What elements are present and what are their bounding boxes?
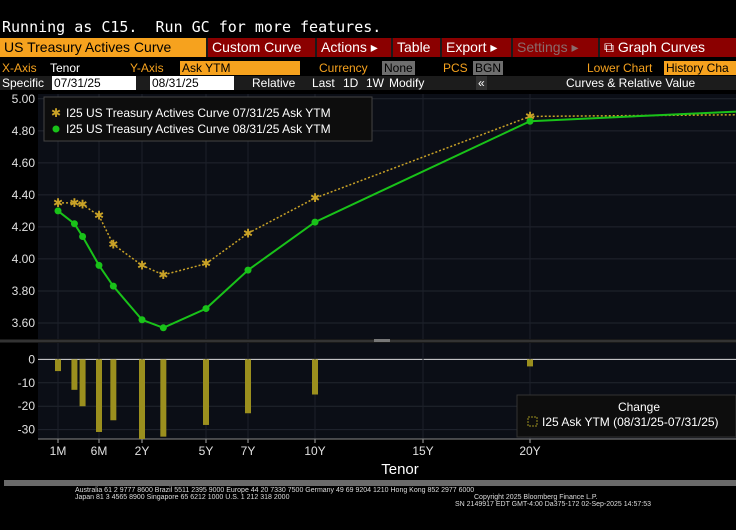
change-bar: [79, 359, 86, 407]
y-tick-label: 4.20: [12, 220, 36, 234]
legend-entry-1: I25 US Treasury Actives Curve 07/31/25 A…: [66, 106, 331, 120]
series-2-point: [526, 117, 534, 125]
change-bar: [96, 359, 102, 432]
y-tick-label: 3.80: [12, 284, 36, 298]
series-2-point: [79, 233, 87, 241]
x-tick-label: 7Y: [241, 444, 256, 458]
series-1-point: ✱: [94, 209, 104, 223]
y-tick-label: 4.00: [12, 252, 36, 266]
change-y-tick-label: -30: [18, 423, 36, 437]
x-axis: 1M 6M 2Y 5Y 7Y 10Y 15Y 20Y: [38, 438, 736, 458]
footer-line-2a: Japan 81 3 4565 8900 Singapore 65 6212 1…: [75, 494, 290, 501]
series-1-point: ✱: [108, 238, 118, 252]
legend-dot-icon: [52, 125, 60, 133]
x-tick-label: 15Y: [412, 444, 433, 458]
change-legend: ChangeI25 Ask YTM (08/31/25-07/31/25): [516, 394, 736, 438]
x-tick-label: 5Y: [199, 444, 214, 458]
y-tick-label: 4.60: [12, 156, 36, 170]
legend-star-icon: ✱: [51, 106, 61, 120]
horizontal-scrollbar[interactable]: [4, 480, 736, 486]
x-tick-label: 10Y: [304, 444, 325, 458]
x-tick-label: 20Y: [519, 444, 540, 458]
change-bar: [527, 359, 533, 367]
change-bar: [139, 359, 145, 439]
series-1-point: ✱: [78, 197, 88, 211]
change-y-tick-label: 0: [28, 352, 35, 366]
legend-entry-2: I25 US Treasury Actives Curve 08/31/25 A…: [66, 122, 331, 136]
series-2-point: [70, 220, 78, 228]
change-bar: [110, 359, 117, 421]
change-legend-entry: I25 Ask YTM (08/31/25-07/31/25): [542, 415, 719, 429]
change-bar: [203, 359, 209, 425]
series-2-point: [244, 266, 252, 274]
y-axis: 5.00 4.80 4.60 4.40 4.20 4.00 3.80 3.60 0 -10 -20 -…: [12, 92, 36, 437]
series-1-point: ✱: [243, 226, 253, 240]
change-bar: [160, 359, 167, 437]
change-y-tick-label: -10: [18, 376, 36, 390]
series-2-point: [95, 261, 103, 269]
y-tick-label: 4.40: [12, 188, 36, 202]
change-bar: [55, 359, 61, 372]
series-2-point: [159, 324, 167, 332]
series-1-point: ✱: [201, 257, 211, 271]
legend: ✱ I25 US Treasury Actives Curve 07/31/25 …: [43, 96, 373, 142]
change-y-tick-label: -20: [18, 399, 36, 413]
footer-line-3: SN 2149917 EDT GMT-4:00 Da375-172 02-Sep…: [455, 501, 651, 508]
y-tick-label: 4.80: [12, 124, 36, 138]
y-tick-label: 5.00: [12, 92, 36, 106]
y-tick-label: 3.60: [12, 316, 36, 330]
series-2-point: [138, 316, 146, 324]
change-bar: [312, 359, 318, 395]
change-bar: [245, 359, 251, 414]
series-2-point: [311, 218, 319, 226]
series-2-point: [202, 305, 210, 313]
change-legend-title: Change: [618, 400, 660, 414]
change-bar: [71, 359, 78, 390]
series-1-point: ✱: [137, 258, 147, 272]
pane-resize-handle: [374, 339, 390, 342]
x-tick-label: 2Y: [135, 444, 150, 458]
series-1-point: ✱: [310, 191, 320, 205]
x-axis-title: Tenor: [381, 461, 419, 478]
yield-curve-chart: 5.00 4.80 4.60 4.40 4.20 4.00 3.80 3.60 0 -10 -20 -…: [0, 92, 736, 478]
series-2-point: [54, 207, 62, 215]
x-tick-label: 1M: [50, 444, 67, 458]
x-tick-label: 6M: [91, 444, 108, 458]
series-2-point: [109, 282, 117, 290]
series-1-point: ✱: [158, 268, 168, 282]
